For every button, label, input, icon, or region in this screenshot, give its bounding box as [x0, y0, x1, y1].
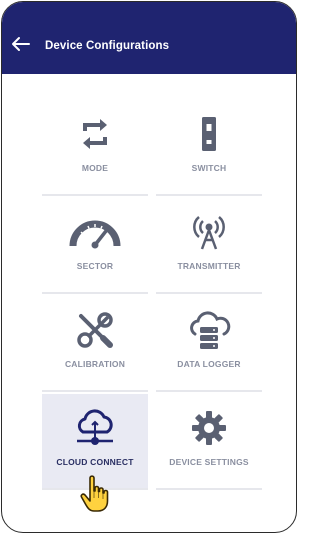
tile-label: DEVICE SETTINGS: [169, 457, 249, 467]
tile-mode[interactable]: MODE: [42, 100, 148, 196]
app-bar: Device Configurations: [2, 2, 296, 74]
divider: [156, 292, 262, 294]
page-title: Device Configurations: [45, 40, 170, 52]
arrow-left-icon[interactable]: [11, 36, 31, 52]
wrench-screwdriver-icon: [77, 312, 113, 348]
tile-label: DATA LOGGER: [177, 359, 241, 369]
swap-arrows-icon: [83, 119, 107, 149]
cloud-network-icon: [77, 409, 113, 445]
tile-label: SWITCH: [191, 163, 227, 173]
cloud-database-icon: [190, 311, 231, 349]
divider: [42, 390, 148, 392]
phone-frame: Device Configurations MODE SWITCH SECTOR…: [1, 1, 297, 533]
tile-switch[interactable]: SWITCH: [156, 100, 262, 196]
divider: [42, 292, 148, 294]
toggle-switch-icon: [202, 117, 216, 151]
tile-data-logger[interactable]: DATA LOGGER: [156, 296, 262, 392]
tile-device-settings[interactable]: DEVICE SETTINGS: [156, 394, 262, 490]
tile-label: TRANSMITTER: [177, 261, 241, 271]
tile-label: MODE: [81, 163, 109, 173]
divider: [156, 488, 262, 490]
antenna-icon: [193, 216, 225, 250]
tile-calibration[interactable]: CALIBRATION: [42, 296, 148, 392]
tile-label: CLOUD CONNECT: [56, 457, 134, 467]
tile-sector[interactable]: SECTOR: [42, 198, 148, 294]
tile-label: CALIBRATION: [64, 359, 126, 369]
tile-label: SECTOR: [76, 261, 114, 271]
speedometer-icon: [69, 220, 121, 249]
gear-icon: [192, 411, 226, 445]
divider: [42, 194, 148, 196]
divider: [156, 194, 262, 196]
tile-transmitter[interactable]: TRANSMITTER: [156, 198, 262, 294]
divider: [156, 390, 262, 392]
hand-pointer-icon: [80, 475, 109, 512]
